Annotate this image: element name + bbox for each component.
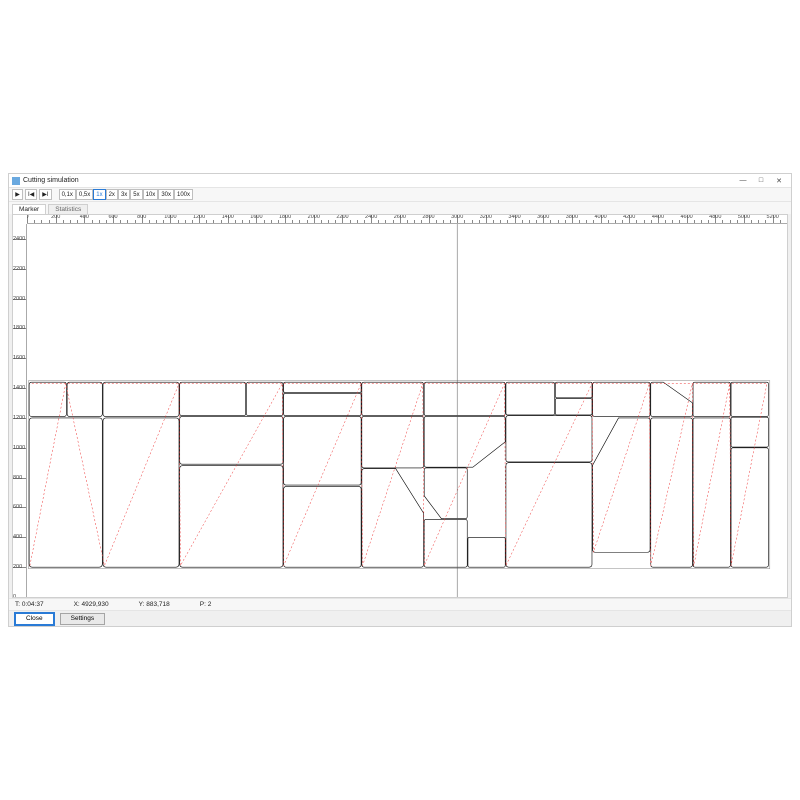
speed-0_5x[interactable]: 0,5x	[76, 189, 93, 200]
close-button[interactable]: Close	[15, 613, 54, 625]
speed-10x[interactable]: 10x	[143, 189, 159, 200]
speed-3x[interactable]: 3x	[118, 189, 130, 200]
dialog-buttons: Close Settings	[9, 610, 791, 626]
cutting-canvas[interactable]	[27, 224, 787, 597]
title-bar: Cutting simulation — □ ✕	[9, 174, 791, 188]
speed-30x[interactable]: 30x	[158, 189, 174, 200]
tab-statistics[interactable]: Statistics	[48, 204, 88, 214]
status-x: X: 4929,930	[74, 601, 109, 608]
maximize-button[interactable]: □	[752, 177, 770, 184]
tab-marker[interactable]: Marker	[12, 204, 46, 214]
play-button[interactable]: ▶	[12, 189, 23, 200]
speed-5x[interactable]: 5x	[130, 189, 142, 200]
speed-1x[interactable]: 1x	[93, 189, 105, 200]
settings-button[interactable]: Settings	[60, 613, 106, 625]
minimize-button[interactable]: —	[734, 177, 752, 184]
tab-bar: Marker Statistics	[9, 202, 791, 214]
speed-2x[interactable]: 2x	[106, 189, 118, 200]
speed-0_1x[interactable]: 0,1x	[59, 189, 76, 200]
step-forward-button[interactable]: ▶I	[39, 189, 51, 200]
playback-toolbar: ▶ I◀ ▶I 0,1x0,5x1x2x3x5x10x30x100x	[9, 188, 791, 202]
status-p: P: 2	[200, 601, 212, 608]
status-bar: T: 0:04:37 X: 4929,930 Y: 883,718 P: 2	[9, 598, 791, 610]
status-y: Y: 883,718	[139, 601, 170, 608]
speed-buttons: 0,1x0,5x1x2x3x5x10x30x100x	[59, 189, 193, 200]
window-title: Cutting simulation	[23, 177, 734, 184]
app-icon	[12, 177, 20, 185]
app-window: Cutting simulation — □ ✕ ▶ I◀ ▶I 0,1x0,5…	[8, 173, 792, 627]
marker-view: 0200400600800100012001400160018002000220…	[12, 214, 788, 598]
speed-100x[interactable]: 100x	[174, 189, 193, 200]
close-window-button[interactable]: ✕	[770, 177, 788, 185]
step-back-button[interactable]: I◀	[25, 189, 37, 200]
horizontal-ruler: 0200400600800100012001400160018002000220…	[27, 215, 787, 224]
status-time: T: 0:04:37	[15, 601, 44, 608]
vertical-ruler: 0200400600800100012001400160018002000220…	[13, 224, 27, 597]
